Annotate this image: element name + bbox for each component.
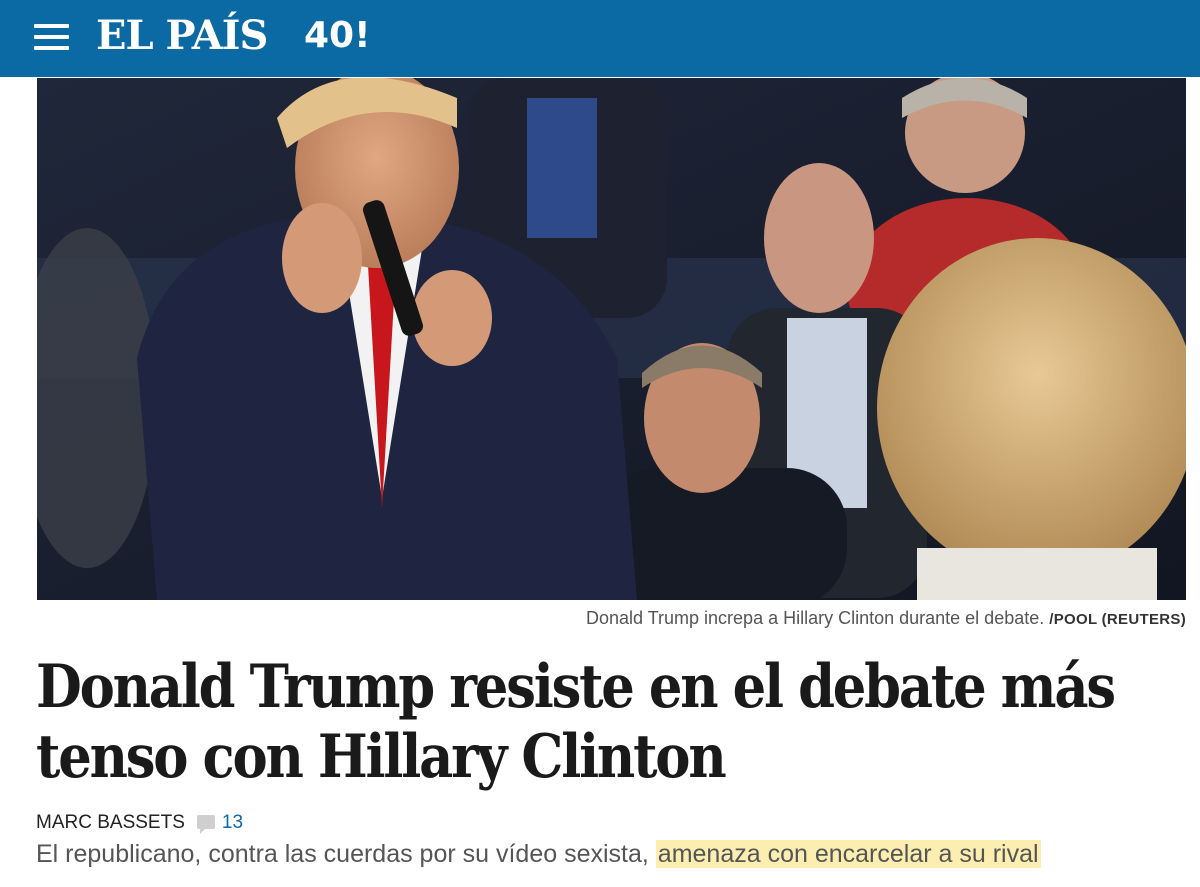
menu-line	[34, 35, 69, 39]
anniversary-badge: 40!	[304, 15, 371, 56]
photo-credit: /POOL (REUTERS)	[1049, 611, 1186, 628]
article-photo[interactable]	[37, 78, 1186, 600]
photo-illustration	[37, 78, 1186, 600]
caption-text: Donald Trump increpa a Hillary Clinton d…	[585, 608, 1045, 628]
hamburger-menu-icon[interactable]	[34, 24, 69, 50]
menu-line	[34, 24, 69, 28]
article-headline[interactable]: Donald Trump resiste en el debate más te…	[36, 652, 1171, 792]
site-logo[interactable]: EL PAÍS	[96, 8, 268, 64]
menu-line	[34, 46, 69, 50]
author-name[interactable]: MARC BASSETS	[36, 812, 185, 834]
photo-caption: Donald Trump increpa a Hillary Clinton d…	[586, 608, 1186, 629]
byline: MARC BASSETS 13	[36, 812, 243, 834]
site-header: EL PAÍS 40!	[0, 0, 1200, 77]
summary-text: El republicano, contra las cuerdas por s…	[36, 840, 649, 868]
comments-count: 13	[221, 812, 244, 833]
comment-bubble-icon	[196, 815, 215, 834]
comments-link[interactable]: 13	[196, 812, 244, 834]
article-summary: El republicano, contra las cuerdas por s…	[36, 840, 1041, 869]
summary-highlight: amenaza con encarcelar a su rival	[655, 840, 1041, 868]
